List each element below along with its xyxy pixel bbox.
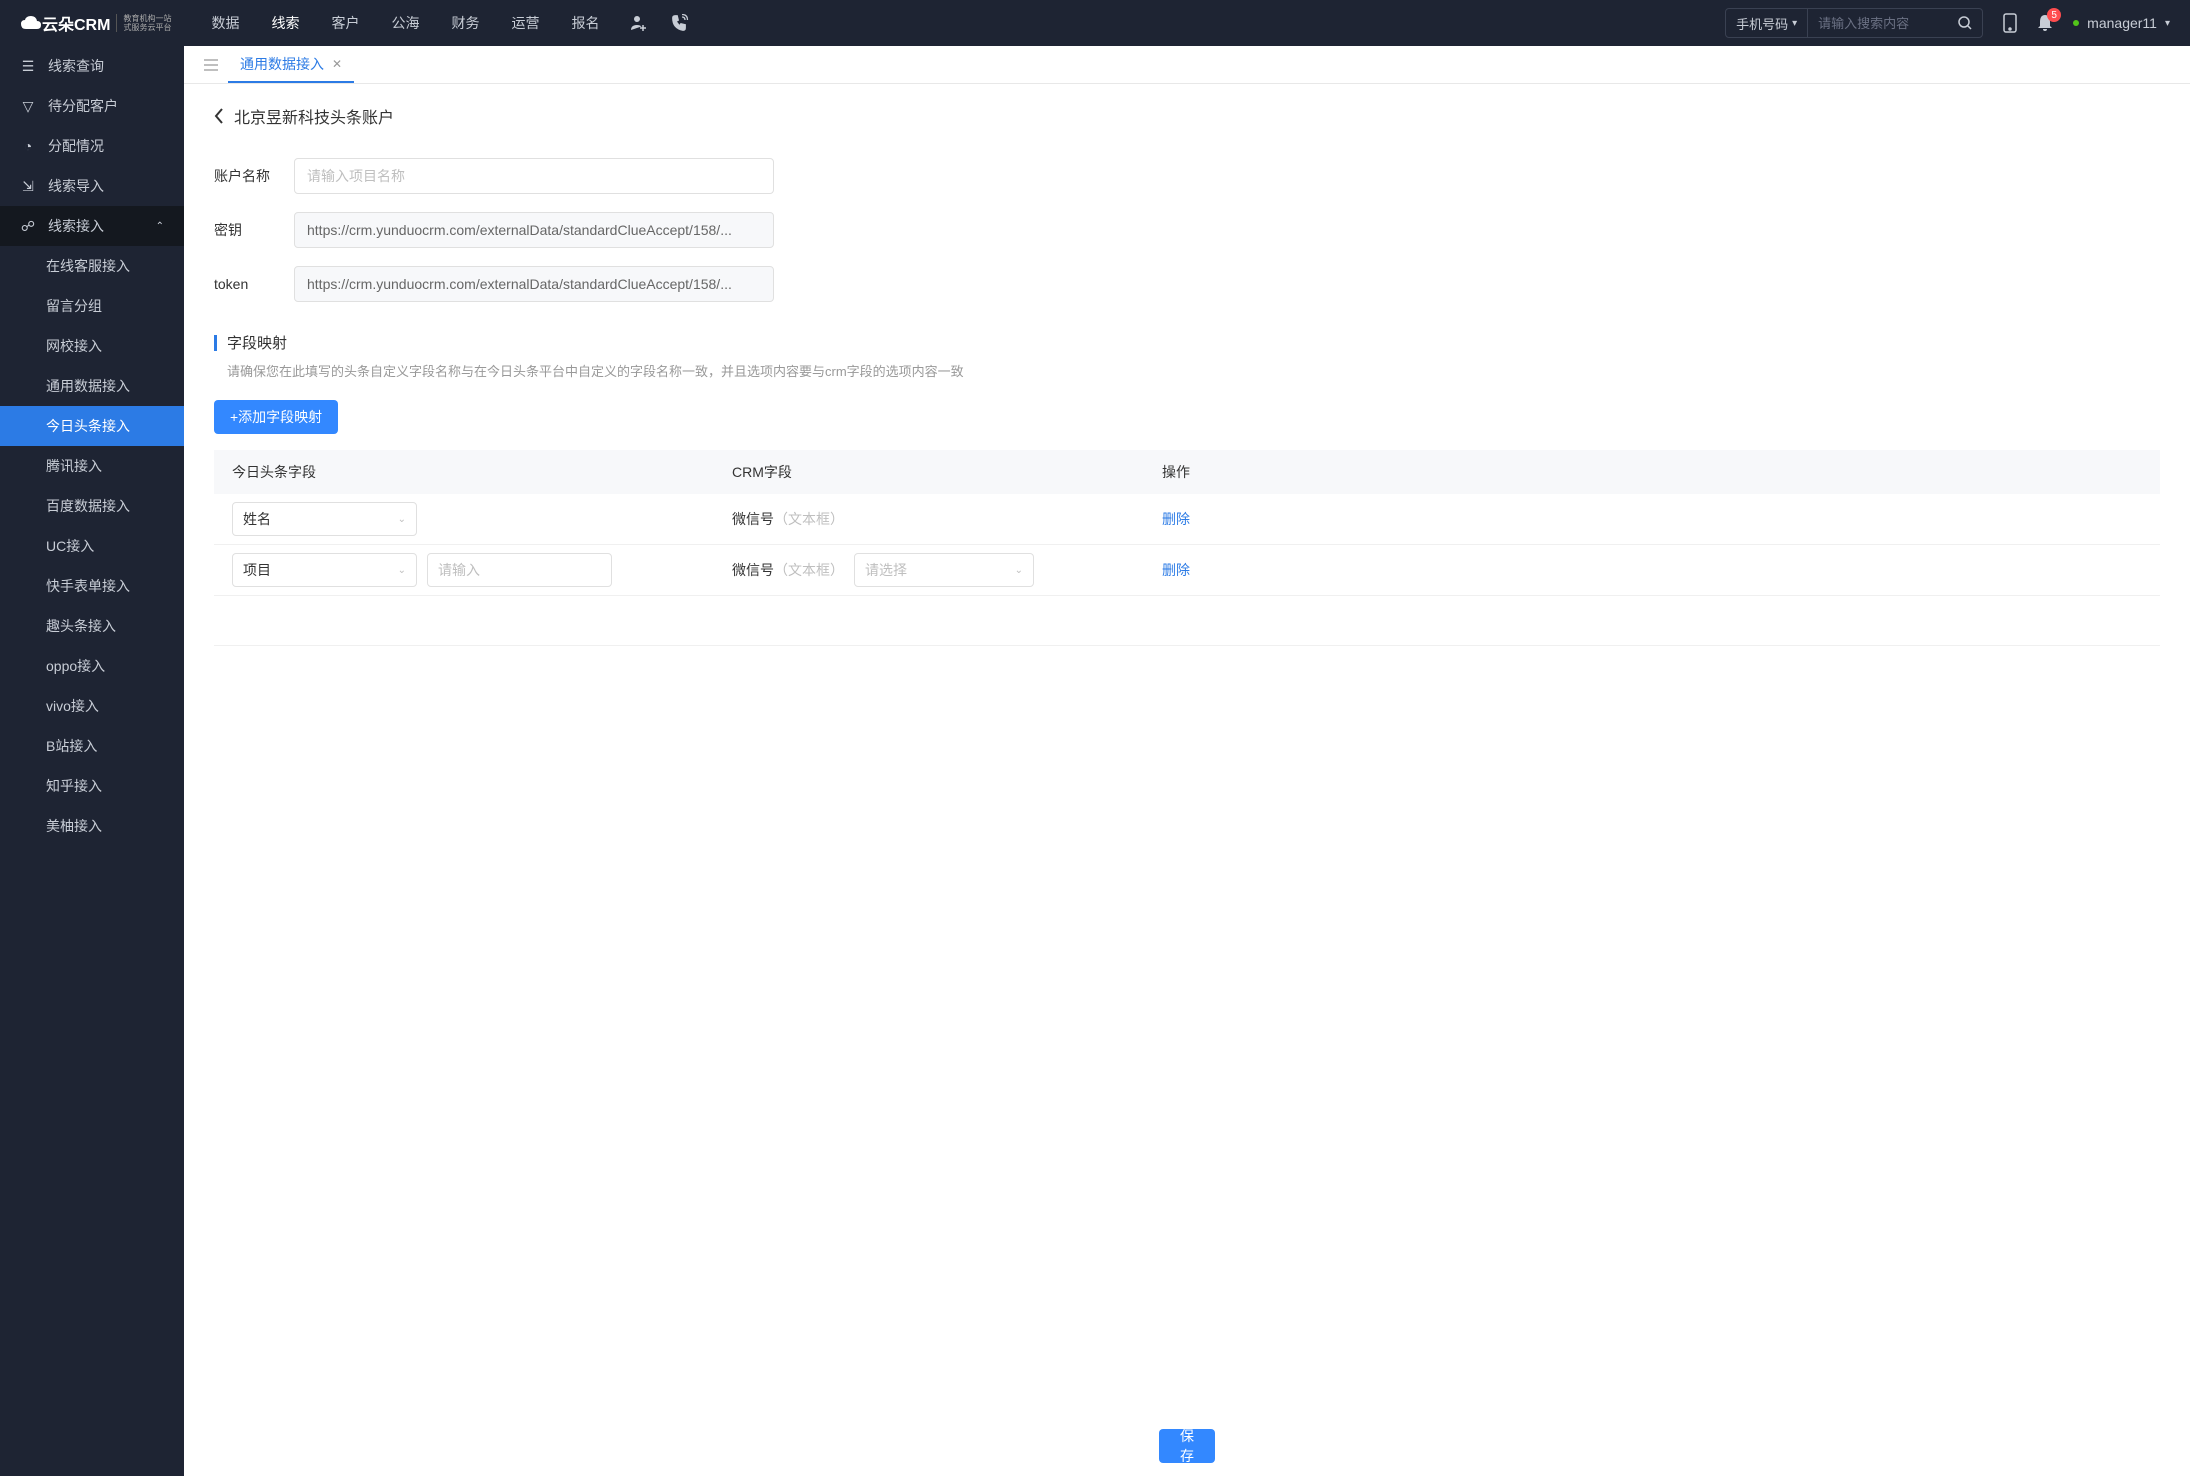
sidebar-sub-message-group[interactable]: 留言分组 bbox=[0, 286, 184, 326]
logo: 云朵CRM 教育机构一站 式服务云平台 bbox=[20, 11, 171, 35]
plug-icon: ☍ bbox=[20, 218, 36, 235]
chevron-down-icon: ▾ bbox=[1792, 18, 1797, 29]
sidebar-sub-zhihu[interactable]: 知乎接入 bbox=[0, 766, 184, 806]
nav-operations[interactable]: 运营 bbox=[511, 13, 539, 33]
collapse-icon[interactable] bbox=[194, 59, 228, 71]
list-icon: ☰ bbox=[20, 58, 36, 75]
sidebar-sub-uc[interactable]: UC接入 bbox=[0, 526, 184, 566]
mobile-icon[interactable] bbox=[2003, 13, 2017, 33]
sidebar-sub-online-cs[interactable]: 在线客服接入 bbox=[0, 246, 184, 286]
sidebar-sub-tencent[interactable]: 腾讯接入 bbox=[0, 446, 184, 486]
sidebar-sub-general-data[interactable]: 通用数据接入 bbox=[0, 366, 184, 406]
add-mapping-button[interactable]: +添加字段映射 bbox=[214, 400, 338, 434]
token-label: token bbox=[214, 276, 294, 292]
delete-link[interactable]: 删除 bbox=[1162, 562, 1190, 578]
sidebar-sub-bilibili[interactable]: B站接入 bbox=[0, 726, 184, 766]
save-button[interactable]: 保存 bbox=[1159, 1429, 1215, 1463]
mapping-table: 今日头条字段 CRM字段 操作 姓名 ⌄ 微信号（文本框） bbox=[214, 450, 2160, 646]
table-row: 项目 ⌄ 微信号（文本框） 请选择 ⌄ 删除 bbox=[214, 545, 2160, 596]
cloud-icon bbox=[20, 15, 42, 31]
search-container: 手机号码 ▾ bbox=[1725, 8, 1983, 38]
filter-icon: ▽ bbox=[20, 98, 36, 115]
user-menu[interactable]: manager11 ▾ bbox=[2073, 15, 2170, 31]
pie-icon: ◔ bbox=[20, 138, 36, 154]
sidebar-sub-kuaishou[interactable]: 快手表单接入 bbox=[0, 566, 184, 606]
sidebar-sub-qutoutiao[interactable]: 趣头条接入 bbox=[0, 606, 184, 646]
crm-select[interactable]: 请选择 ⌄ bbox=[854, 553, 1034, 587]
sidebar-item-distribution[interactable]: ◔ 分配情况 bbox=[0, 126, 184, 166]
key-label: 密钥 bbox=[214, 220, 294, 240]
table-empty-row bbox=[214, 596, 2160, 646]
user-add-icon[interactable] bbox=[629, 14, 647, 32]
sidebar-sub-school[interactable]: 网校接入 bbox=[0, 326, 184, 366]
top-header: 云朵CRM 教育机构一站 式服务云平台 数据 线索 客户 公海 财务 运营 报名… bbox=[0, 0, 2190, 46]
sidebar-sub-baidu[interactable]: 百度数据接入 bbox=[0, 486, 184, 526]
chevron-down-icon: ▾ bbox=[2165, 18, 2170, 29]
crm-label: 微信号（文本框） bbox=[732, 560, 844, 580]
content-area: 通用数据接入 ✕ 北京昱新科技头条账户 账户名称 密钥 token bbox=[184, 46, 2190, 1476]
delete-link[interactable]: 删除 bbox=[1162, 511, 1190, 527]
footer-bar: 保存 bbox=[184, 1416, 2190, 1476]
page-title: 北京昱新科技头条账户 bbox=[234, 104, 394, 128]
tab-general-data[interactable]: 通用数据接入 ✕ bbox=[228, 46, 354, 83]
sidebar: ☰ 线索查询 ▽ 待分配客户 ◔ 分配情况 ⇲ 线索导入 ☍ 线索接入 ⌃ 在线… bbox=[0, 46, 184, 1476]
search-type-select[interactable]: 手机号码 ▾ bbox=[1726, 9, 1808, 37]
account-name-label: 账户名称 bbox=[214, 166, 294, 186]
th-toutiao-field: 今日头条字段 bbox=[232, 462, 732, 482]
page-body: 北京昱新科技头条账户 账户名称 密钥 token 字段映射 请确保您在此填写的头… bbox=[184, 84, 2190, 1476]
username: manager11 bbox=[2087, 15, 2157, 31]
logo-subtitle: 教育机构一站 式服务云平台 bbox=[116, 14, 171, 32]
field-select[interactable]: 项目 ⌄ bbox=[232, 553, 417, 587]
sidebar-item-import[interactable]: ⇲ 线索导入 bbox=[0, 166, 184, 206]
sidebar-sub-meiyou[interactable]: 美柚接入 bbox=[0, 806, 184, 846]
nav-enroll[interactable]: 报名 bbox=[571, 13, 599, 33]
notif-badge: 5 bbox=[2047, 8, 2061, 22]
key-input[interactable] bbox=[294, 212, 774, 248]
close-icon[interactable]: ✕ bbox=[332, 57, 342, 71]
chevron-down-icon: ⌄ bbox=[398, 565, 406, 576]
th-crm-field: CRM字段 bbox=[732, 462, 1162, 482]
status-dot bbox=[2073, 20, 2079, 26]
sidebar-sub-toutiao[interactable]: 今日头条接入 bbox=[0, 406, 184, 446]
chevron-up-icon: ⌃ bbox=[156, 221, 164, 232]
nav-public[interactable]: 公海 bbox=[391, 13, 419, 33]
field-select[interactable]: 姓名 ⌄ bbox=[232, 502, 417, 536]
main-nav: 数据 线索 客户 公海 财务 运营 报名 bbox=[211, 13, 599, 33]
back-button[interactable] bbox=[214, 108, 224, 124]
section-bar bbox=[214, 335, 217, 351]
table-header: 今日头条字段 CRM字段 操作 bbox=[214, 450, 2160, 494]
nav-customers[interactable]: 客户 bbox=[331, 13, 359, 33]
sidebar-sub-oppo[interactable]: oppo接入 bbox=[0, 646, 184, 686]
sidebar-sub-vivo[interactable]: vivo接入 bbox=[0, 686, 184, 726]
account-name-input[interactable] bbox=[294, 158, 774, 194]
table-row: 姓名 ⌄ 微信号（文本框） 删除 bbox=[214, 494, 2160, 545]
sidebar-item-pending[interactable]: ▽ 待分配客户 bbox=[0, 86, 184, 126]
logo-text: 云朵CRM bbox=[42, 11, 110, 35]
crm-label: 微信号（文本框） bbox=[732, 509, 844, 529]
sidebar-item-clue-query[interactable]: ☰ 线索查询 bbox=[0, 46, 184, 86]
chevron-down-icon: ⌄ bbox=[398, 514, 406, 525]
token-input[interactable] bbox=[294, 266, 774, 302]
nav-data[interactable]: 数据 bbox=[211, 13, 239, 33]
bell-icon[interactable]: 5 bbox=[2037, 14, 2053, 32]
nav-finance[interactable]: 财务 bbox=[451, 13, 479, 33]
import-icon: ⇲ bbox=[20, 178, 36, 195]
sidebar-item-access[interactable]: ☍ 线索接入 ⌃ bbox=[0, 206, 184, 246]
phone-icon[interactable] bbox=[671, 14, 689, 32]
nav-clues[interactable]: 线索 bbox=[271, 13, 299, 33]
field-input[interactable] bbox=[427, 553, 612, 587]
search-input[interactable] bbox=[1808, 9, 1948, 37]
chevron-down-icon: ⌄ bbox=[1015, 565, 1023, 576]
mapping-title: 字段映射 bbox=[227, 332, 287, 353]
search-button[interactable] bbox=[1948, 9, 1982, 37]
mapping-desc: 请确保您在此填写的头条自定义字段名称与在今日头条平台中自定义的字段名称一致，并且… bbox=[214, 361, 2160, 380]
tabs-bar: 通用数据接入 ✕ bbox=[184, 46, 2190, 84]
th-action: 操作 bbox=[1162, 462, 1242, 482]
